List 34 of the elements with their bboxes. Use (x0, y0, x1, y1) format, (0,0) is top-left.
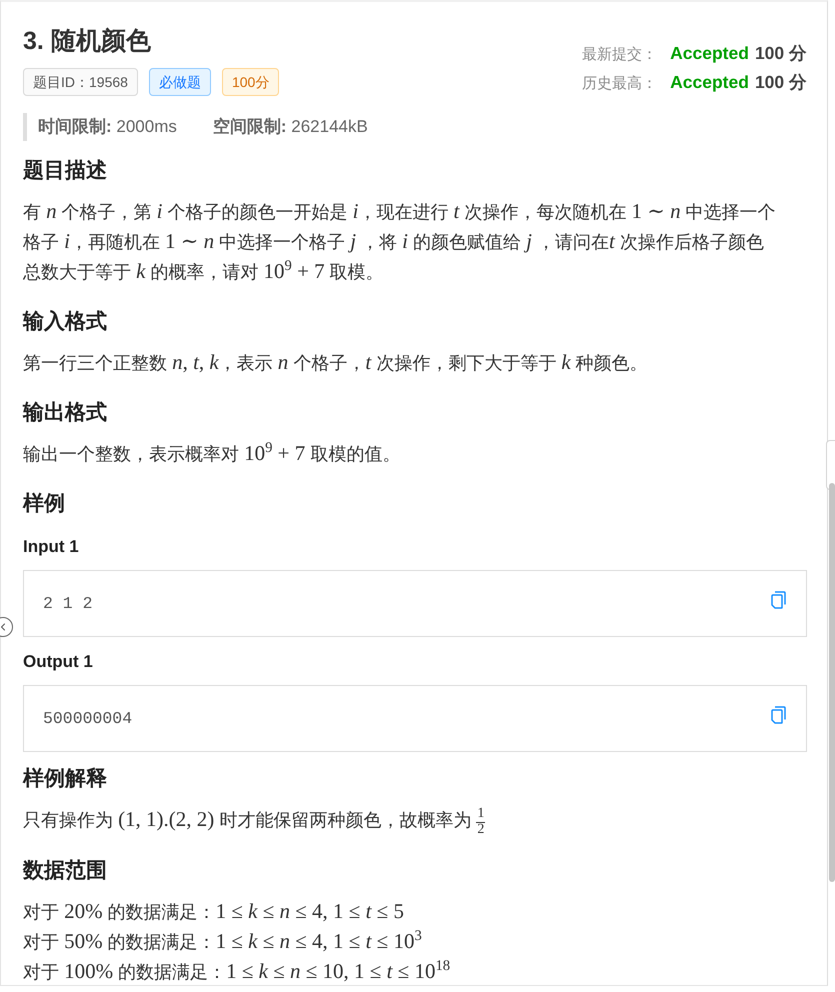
problem-tag: 100分 (222, 68, 280, 96)
problem-tag: 题目ID：19568 (23, 68, 138, 96)
verdict-text: Accepted (670, 71, 749, 94)
sample-text: 2 1 2 (43, 594, 93, 613)
copy-button[interactable] (771, 590, 786, 608)
problem-title: 3. 随机颜色 (23, 27, 151, 55)
sample-label: Input 1 (23, 536, 80, 558)
scrollbar-thumb[interactable] (829, 483, 835, 882)
score-text: 100 分 (754, 71, 807, 94)
sample-label: Output 1 (23, 651, 94, 673)
section-heading: 样例 (23, 491, 66, 517)
submission-label: 历史最高： (582, 74, 658, 94)
sample-text: 500000004 (43, 709, 132, 728)
paragraph-text: 输出一个整数，表示概率对 10$^{9}$ + 7 取模的值。 (23, 439, 402, 467)
side-panel-tab[interactable] (826, 440, 835, 490)
paragraph-text: 对于 100% 的数据满足：1 ≤ k ≤ n ≤ 10, 1 ≤ t ≤ 10$^{18}$ (23, 957, 452, 986)
section-heading: 数据范围 (23, 858, 108, 884)
submission-label: 最新提交： (582, 45, 658, 65)
verdict-text: Accepted (670, 42, 749, 65)
copy-icon (771, 706, 786, 724)
section-heading: 题目描述 (23, 158, 108, 184)
section-heading: 输出格式 (23, 400, 108, 426)
section-heading: 输入格式 (23, 309, 108, 335)
copy-icon (771, 590, 786, 608)
paragraph-text: 有 n 个格子，第 i 个格子的颜色一开始是 i，现在进行 t 次操作，每次随机在 1 ∼ n 中选择一个格子 i，再随机在 1 ∼ n 中选择一个格子 j ，将 i 的颜色赋值给 j ，请问在t 次操作后格子颜色总数大于等于 k 的概率，请对 10$^{9}$ + 7 取模。 (23, 198, 777, 285)
problem-tag: 必做题 (148, 68, 211, 96)
limit-text: 时间限制: 2000ms (38, 116, 177, 138)
copy-button[interactable] (771, 706, 786, 724)
paragraph-text: 第一行三个正整数 n, t, k，表示 n 个格子，t 次操作，剩下大于等于 k 种颜色。 (23, 349, 649, 376)
paragraph-text: 对于 50% 的数据满足：1 ≤ k ≤ n ≤ 4, 1 ≤ t ≤ 10$^{3}$ (23, 927, 423, 956)
limit-text: 空间限制: 262144kB (212, 116, 368, 138)
section-heading: 样例解释 (23, 766, 108, 792)
paragraph-text: 对于 20% 的数据满足：1 ≤ k ≤ n ≤ 4, 1 ≤ t ≤ 5 (23, 898, 405, 926)
score-text: 100 分 (754, 42, 807, 65)
